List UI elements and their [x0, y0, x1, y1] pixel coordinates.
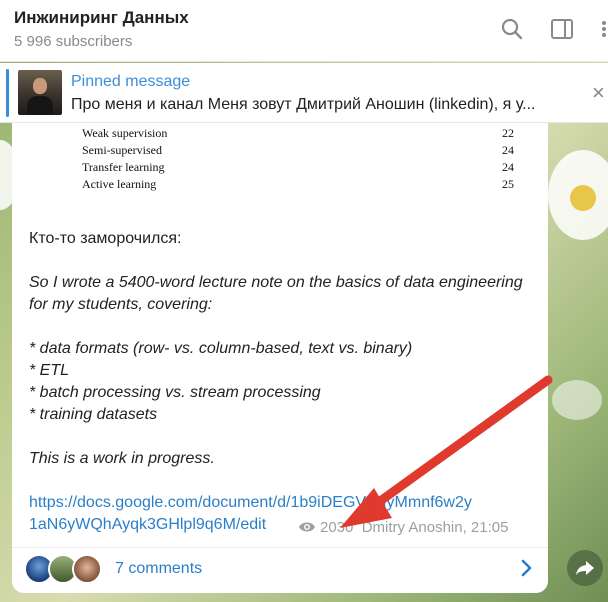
- toc-row: Transfer learning 24: [82, 160, 514, 174]
- search-icon[interactable]: [499, 16, 525, 42]
- more-menu-icon[interactable]: [598, 16, 608, 42]
- toc-row: Weak supervision 22: [82, 126, 514, 140]
- forward-icon: [576, 561, 594, 575]
- pinned-accent-bar: [6, 69, 9, 117]
- view-count: 2030: [320, 519, 354, 536]
- pinned-message-text: Про меня и канал Меня зовут Дмитрий Анош…: [71, 96, 536, 113]
- post-bullet: * training datasets: [29, 406, 158, 423]
- sidebar-toggle-icon[interactable]: [549, 16, 575, 42]
- post-intro: Кто-то заморочился:: [29, 230, 182, 247]
- post-author-time: Dmitry Anoshin, 21:05: [361, 519, 509, 536]
- toc-row: Active learning 25: [82, 177, 514, 191]
- toc-row: Semi-supervised 24: [82, 143, 514, 157]
- views-icon: [298, 520, 316, 538]
- post-image-table-of-contents[interactable]: Weak supervision 22 Semi-supervised 24 Tra…: [82, 126, 522, 194]
- chevron-right-icon: [520, 558, 534, 583]
- post-closing: This is a work in progress.: [29, 450, 215, 467]
- pinned-message-bar[interactable]: Pinned message Про меня и канал Меня зов…: [0, 63, 608, 123]
- post-bullet: * ETL: [29, 362, 70, 379]
- post-text: Кто-то заморочился: So I wrote a 5400-wo…: [29, 228, 539, 536]
- close-icon[interactable]: ×: [592, 82, 605, 104]
- pinned-message-label: Pinned message: [71, 73, 191, 90]
- post-bullet: * data formats (row- vs. column-based, t…: [29, 340, 413, 357]
- post-quote-line: So I wrote a 5400-word lecture note on t…: [29, 274, 523, 291]
- avatar: [72, 554, 102, 584]
- background-flower: [552, 380, 602, 420]
- subscriber-count: 5 996 subscribers: [14, 33, 133, 50]
- chat-header: Инжиниринг Данных 5 996 subscribers: [0, 0, 608, 62]
- forward-button[interactable]: [567, 550, 603, 586]
- post-meta: 2030 Dmitry Anoshin, 21:05: [298, 519, 508, 538]
- channel-post: Weak supervision 22 Semi-supervised 24 Tra…: [12, 123, 548, 593]
- channel-title[interactable]: Инжиниринг Данных: [14, 8, 189, 28]
- post-quote-line: for my students, covering:: [29, 296, 213, 313]
- background-flower-center: [570, 185, 596, 211]
- comments-button[interactable]: 7 comments: [12, 548, 548, 593]
- pinned-message-thumbnail: [18, 70, 62, 115]
- comments-label: 7 comments: [115, 560, 203, 577]
- post-link[interactable]: https://docs.google.com/document/d/1b9iD…: [29, 492, 539, 514]
- post-bullet: * batch processing vs. stream processing: [29, 384, 321, 401]
